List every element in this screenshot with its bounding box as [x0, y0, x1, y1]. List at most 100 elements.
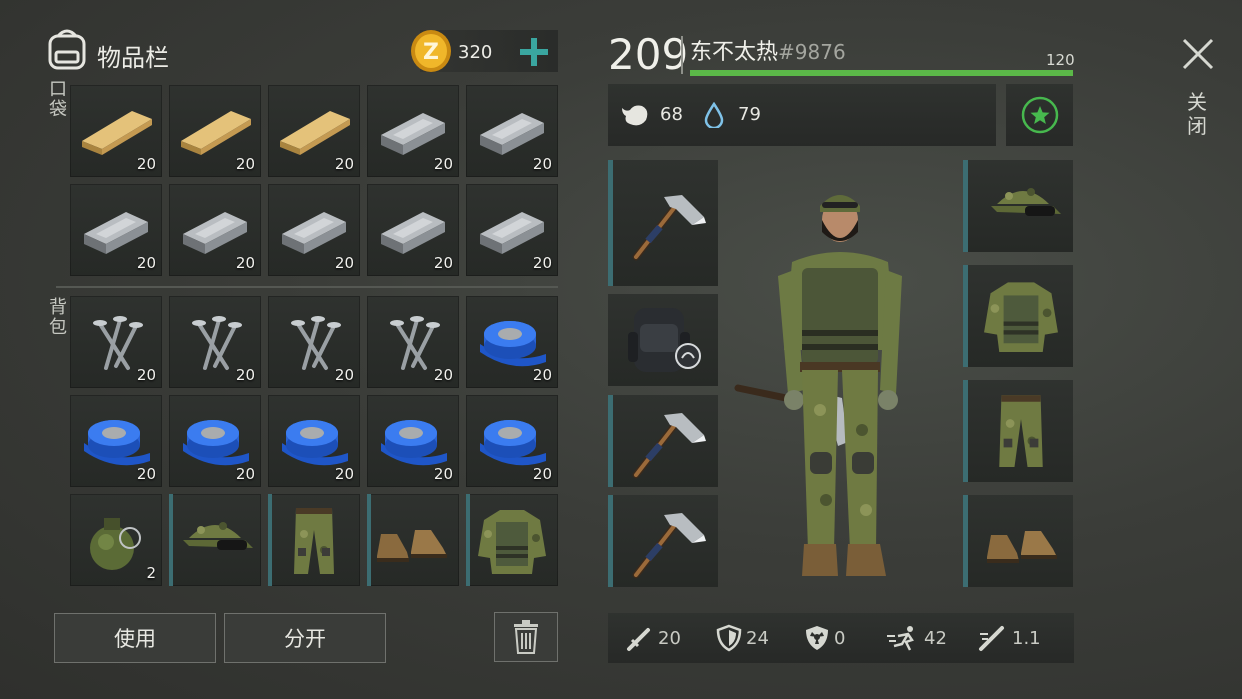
header-divider: [681, 36, 683, 74]
backpack-slot[interactable]: 20: [466, 395, 558, 487]
hatchet-icon: [608, 495, 718, 587]
camo-pants-icon: [268, 494, 360, 586]
backpack-slot[interactable]: 20: [367, 395, 459, 487]
coin-icon: Z: [409, 28, 453, 74]
item-count: 20: [334, 465, 354, 483]
attack-value: 20: [658, 627, 681, 649]
slot-marker: [963, 380, 968, 482]
hatchet-icon: [608, 168, 718, 278]
add-coins-button[interactable]: [520, 38, 548, 66]
thirst-value: 79: [738, 104, 761, 125]
item-count: 20: [235, 465, 255, 483]
split-button[interactable]: 分开: [224, 613, 386, 663]
trash-button[interactable]: [494, 612, 558, 662]
player-tag: #9876: [778, 40, 846, 64]
pocket-slot[interactable]: 20: [70, 85, 162, 177]
backpack-slot[interactable]: [466, 494, 558, 586]
thirst-icon: [704, 101, 724, 130]
camo-cap-icon: [977, 160, 1069, 252]
item-count: 20: [235, 254, 255, 272]
item-count: 20: [433, 366, 453, 384]
hunger-icon: [620, 102, 650, 128]
backpack-slot[interactable]: 20: [466, 296, 558, 388]
backpack-slot[interactable]: [268, 494, 360, 586]
favorite-button[interactable]: [1006, 84, 1073, 146]
character-model[interactable]: [730, 180, 950, 580]
pocket-slot[interactable]: 20: [367, 184, 459, 276]
hatchet-icon: [608, 395, 718, 487]
item-count: 20: [136, 465, 156, 483]
backpack-slot[interactable]: 20: [70, 395, 162, 487]
speed-icon: [887, 626, 914, 651]
item-count: 20: [235, 366, 255, 384]
player-name: 东不太热#9876: [690, 34, 846, 66]
defense-value: 24: [746, 627, 769, 649]
item-count: 20: [532, 155, 552, 173]
backpack-item-icon: [608, 294, 718, 386]
pocket-slot[interactable]: 20: [169, 85, 261, 177]
item-count: 20: [532, 465, 552, 483]
equip-slot-weapon-2[interactable]: [608, 395, 718, 487]
boots-icon: [367, 494, 459, 586]
backpack-section-label: 背包: [49, 297, 67, 338]
item-count: 2: [146, 564, 156, 582]
pocket-slot[interactable]: 20: [70, 184, 162, 276]
svg-text:Z: Z: [423, 40, 439, 65]
attack-icon: [627, 628, 650, 651]
equip-slot-head[interactable]: [963, 160, 1073, 252]
item-count: 20: [334, 155, 354, 173]
backpack-slot[interactable]: 20: [367, 296, 459, 388]
item-count: 20: [334, 366, 354, 384]
equip-slot-legs[interactable]: [963, 380, 1073, 482]
pocket-slot[interactable]: 20: [466, 85, 558, 177]
backpack-slot[interactable]: 20: [268, 395, 360, 487]
coin-count: 320: [458, 42, 493, 63]
use-button[interactable]: 使用: [54, 613, 216, 663]
slot-marker: [963, 495, 968, 587]
backpack-slot[interactable]: [367, 494, 459, 586]
item-count: 20: [433, 155, 453, 173]
camo-pants-icon: [971, 380, 1071, 480]
item-count: 20: [532, 254, 552, 272]
item-count: 20: [136, 155, 156, 173]
attack-speed-icon: [979, 626, 1004, 651]
attack-speed-stat: 1.1: [978, 624, 1041, 652]
equip-slot-weapon-3[interactable]: [608, 495, 718, 587]
pocket-slot[interactable]: 20: [169, 184, 261, 276]
item-count: 20: [334, 254, 354, 272]
backpack-slot[interactable]: 20: [169, 296, 261, 388]
player-name-text: 东不太热: [690, 40, 779, 65]
item-count: 20: [532, 366, 552, 384]
pocket-slot[interactable]: 20: [367, 85, 459, 177]
backpack-slot[interactable]: [169, 494, 261, 586]
defense-icon: [716, 624, 742, 652]
camo-vest-icon: [466, 494, 558, 586]
backpack-slot[interactable]: 2: [70, 494, 162, 586]
trash-icon: [514, 620, 538, 654]
camo-vest-icon: [971, 265, 1071, 365]
speed-stat: 42: [886, 624, 947, 652]
equip-slot-body[interactable]: [963, 265, 1073, 367]
backpack-slot[interactable]: 20: [268, 296, 360, 388]
pocket-slot[interactable]: 20: [466, 184, 558, 276]
equip-slot-feet[interactable]: [963, 495, 1073, 587]
radiation-value: 0: [834, 627, 846, 649]
boots-icon: [977, 495, 1069, 587]
equip-slot-weapon-1[interactable]: [608, 160, 718, 286]
pocket-slot[interactable]: 20: [268, 85, 360, 177]
close-label[interactable]: 关闭: [1186, 90, 1208, 138]
player-level: 209: [608, 30, 689, 79]
equip-slot-backpack[interactable]: [608, 294, 718, 386]
item-count: 20: [433, 465, 453, 483]
pocket-slot[interactable]: 20: [268, 184, 360, 276]
backpack-icon: [44, 26, 90, 72]
backpack-slot[interactable]: 20: [169, 395, 261, 487]
item-count: 20: [433, 254, 453, 272]
backpack-slot[interactable]: 20: [70, 296, 162, 388]
close-button[interactable]: [1178, 34, 1218, 74]
hunger-value: 68: [660, 104, 683, 125]
health-value: 120: [1046, 51, 1075, 69]
pocket-section-label: 口袋: [49, 79, 67, 120]
item-count: 20: [235, 155, 255, 173]
health-bar-fill: [690, 70, 1073, 76]
